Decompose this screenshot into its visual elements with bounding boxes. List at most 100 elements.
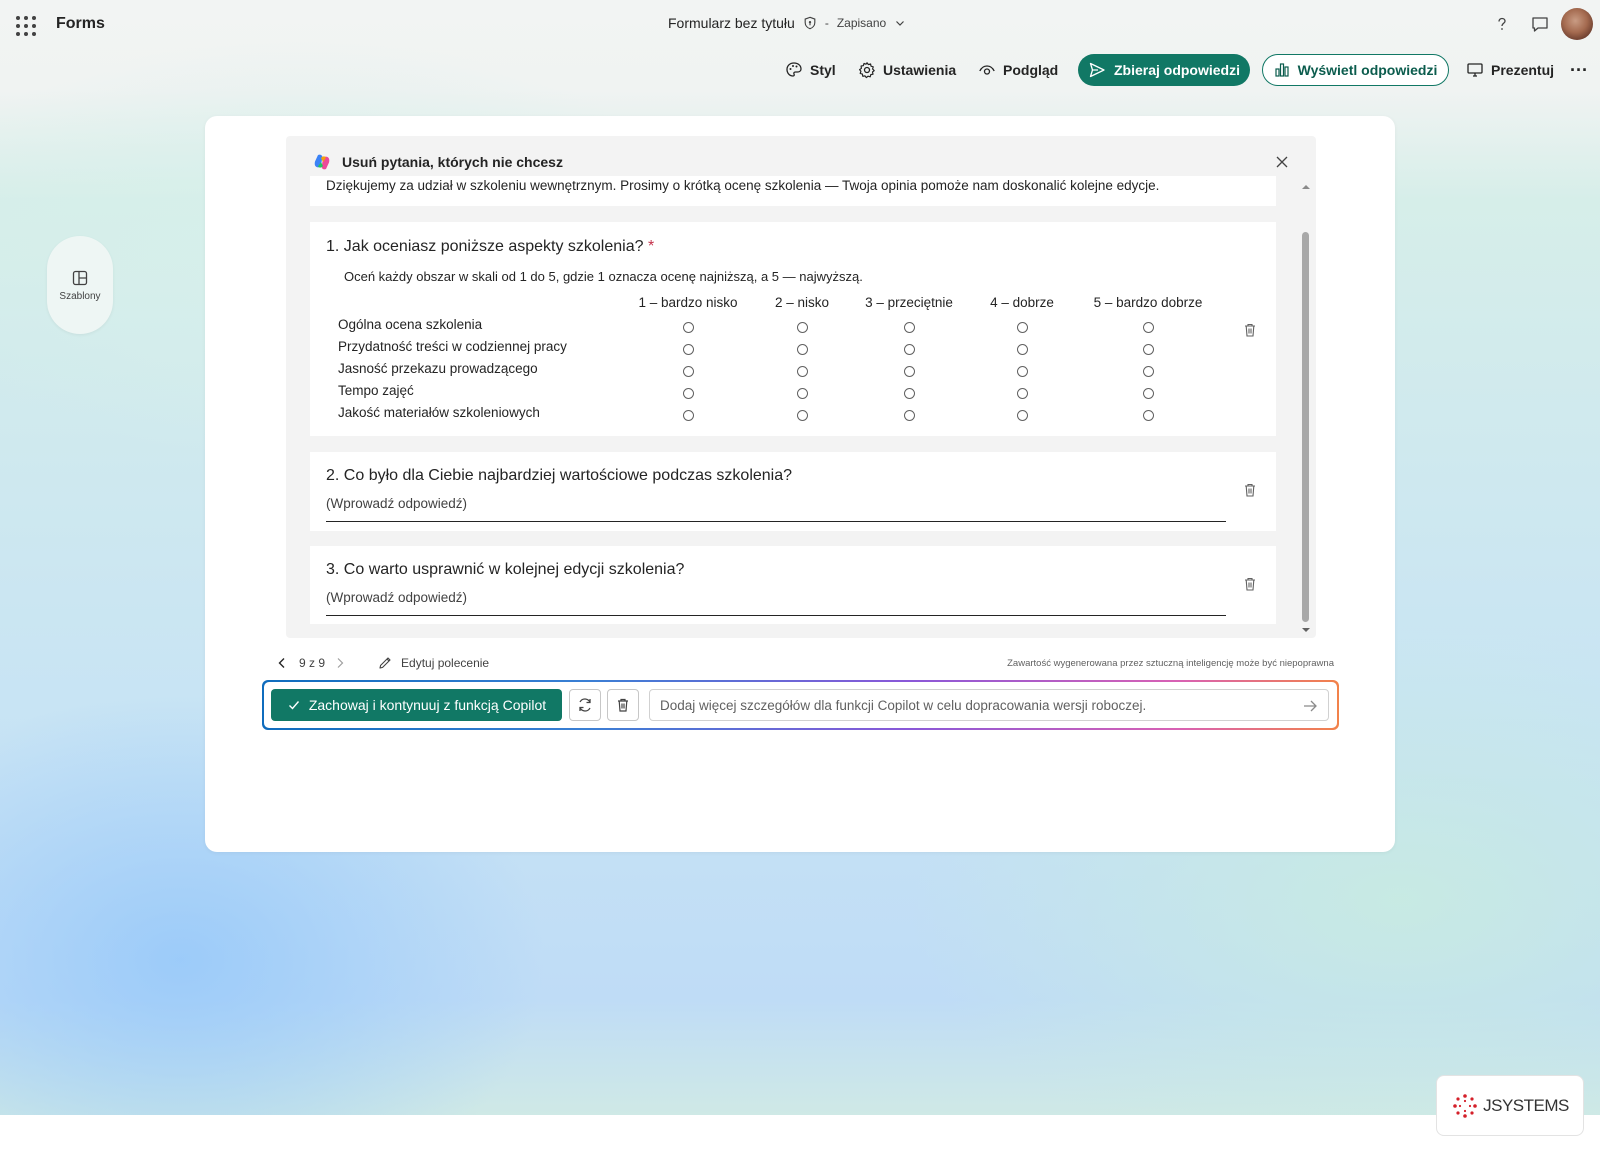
- jsystems-logo: JSYSTEMS: [1436, 1075, 1584, 1136]
- settings-label: Ustawienia: [883, 62, 957, 78]
- refresh-icon: [579, 698, 591, 712]
- likert-radio-button[interactable]: [904, 322, 915, 333]
- style-label: Styl: [810, 62, 836, 78]
- likert-radio-button[interactable]: [1017, 322, 1028, 333]
- answer-field[interactable]: (Wprowadź odpowiedź): [326, 496, 1226, 522]
- answer-field[interactable]: (Wprowadź odpowiedź): [326, 590, 1226, 616]
- pencil-icon[interactable]: [377, 655, 393, 671]
- likert-radio-button[interactable]: [904, 410, 915, 421]
- question-card-3[interactable]: 3. Co warto usprawnić w kolejnej edycji …: [310, 546, 1276, 624]
- settings-button[interactable]: Ustawienia: [858, 54, 956, 86]
- likert-row-label: Jasność przekazu prowadzącego: [338, 361, 538, 376]
- likert-radio-button[interactable]: [904, 344, 915, 355]
- eye-icon: [979, 65, 995, 75]
- likert-column-header: 1 – bardzo nisko: [638, 295, 738, 310]
- app-launcher-icon[interactable]: [16, 16, 36, 36]
- top-bar: Forms Formularz bez tytułu - Zapisano: [0, 0, 1600, 48]
- likert-radio-button[interactable]: [1143, 388, 1154, 399]
- scroll-down-arrow-icon[interactable]: [1301, 626, 1311, 634]
- likert-radio-button[interactable]: [1017, 410, 1028, 421]
- likert-radio-button[interactable]: [683, 322, 694, 333]
- trash-icon[interactable]: [1242, 322, 1258, 338]
- form-title-area[interactable]: Formularz bez tytułu - Zapisano: [668, 15, 906, 31]
- trash-icon[interactable]: [1242, 482, 1258, 498]
- trash-icon: [618, 698, 628, 712]
- prompt-placeholder: Dodaj więcej szczegółów dla funkcji Copi…: [660, 697, 1147, 713]
- likert-radio-button[interactable]: [1017, 388, 1028, 399]
- preview-button[interactable]: Podgląd: [978, 54, 1058, 86]
- likert-row-label: Tempo zajęć: [338, 383, 414, 398]
- question-card-2[interactable]: 2. Co było dla Ciebie najbardziej wartoś…: [310, 452, 1276, 531]
- form-description: Dziękujemy za udział w szkoleniu wewnętr…: [310, 176, 1276, 206]
- more-options-icon[interactable]: ···: [1570, 54, 1588, 86]
- form-title[interactable]: Formularz bez tytułu: [668, 15, 795, 31]
- collect-label: Zbieraj odpowiedzi: [1113, 62, 1240, 78]
- likert-radio-button[interactable]: [797, 388, 808, 399]
- collect-responses-button[interactable]: Zbieraj odpowiedzi: [1078, 54, 1250, 86]
- avatar[interactable]: [1561, 8, 1593, 40]
- logo-dots-icon: [1453, 1093, 1477, 1118]
- likert-row-label: Jakość materiałów szkoleniowych: [338, 405, 540, 420]
- likert-radio-button[interactable]: [683, 410, 694, 421]
- discard-button[interactable]: [607, 689, 639, 721]
- gear-icon: [859, 62, 875, 79]
- close-icon[interactable]: [1272, 152, 1292, 172]
- scroll-up-arrow-icon[interactable]: [1301, 183, 1311, 191]
- likert-radio-button[interactable]: [904, 366, 915, 377]
- shield-icon: [804, 16, 816, 30]
- templates-button[interactable]: Szablony: [47, 236, 113, 334]
- edit-prompt-link[interactable]: Edytuj polecenie: [401, 656, 489, 670]
- chevron-down-icon[interactable]: [894, 17, 906, 29]
- view-responses-button[interactable]: Wyświetl odpowiedzi: [1262, 54, 1449, 86]
- draft-pagination: 9 z 9: [299, 656, 326, 670]
- regenerate-button[interactable]: [569, 689, 601, 721]
- copilot-panel-title: Usuń pytania, których nie chcesz: [342, 154, 563, 170]
- likert-radio-button[interactable]: [683, 344, 694, 355]
- required-mark: *: [647, 238, 655, 255]
- copilot-prompt-bar: Zachowaj i kontynuuj z funkcją Copilot D…: [262, 680, 1339, 730]
- copilot-prompt-input[interactable]: Dodaj więcej szczegółów dla funkcji Copi…: [649, 689, 1329, 721]
- present-button[interactable]: Prezentuj: [1466, 54, 1554, 86]
- question-card-1[interactable]: 1. Jak oceniasz poniższe aspekty szkolen…: [310, 222, 1276, 436]
- page-footer-strip: [0, 1115, 1600, 1150]
- question-3-title: 3. Co warto usprawnić w kolejnej edycji …: [326, 561, 685, 578]
- logo-text: JSYSTEMS: [1483, 1095, 1569, 1115]
- keep-and-continue-button[interactable]: Zachowaj i kontynuuj z funkcją Copilot: [271, 689, 562, 721]
- likert-row-label: Przydatność treści w codziennej pracy: [338, 339, 567, 354]
- likert-radio-button[interactable]: [1143, 410, 1154, 421]
- likert-radio-button[interactable]: [904, 388, 915, 399]
- help-icon[interactable]: [1490, 12, 1514, 36]
- arrow-right-icon[interactable]: [1302, 698, 1318, 714]
- view-responses-label: Wyświetl odpowiedzi: [1297, 62, 1438, 78]
- title-separator: -: [824, 16, 829, 30]
- app-name[interactable]: Forms: [56, 15, 105, 33]
- likert-radio-button[interactable]: [1017, 344, 1028, 355]
- ai-disclaimer: Zawartość wygenerowana przez sztuczną in…: [1007, 658, 1334, 669]
- likert-radio-button[interactable]: [797, 322, 808, 333]
- save-status: Zapisano: [836, 16, 887, 30]
- likert-radio-button[interactable]: [797, 410, 808, 421]
- likert-radio-button[interactable]: [797, 366, 808, 377]
- likert-radio-button[interactable]: [1017, 366, 1028, 377]
- likert-column-header: 2 – nisko: [774, 295, 830, 310]
- bar-chart-icon: [1275, 63, 1289, 77]
- chevron-right-icon[interactable]: [333, 656, 347, 670]
- likert-radio-button[interactable]: [1143, 322, 1154, 333]
- likert-radio-button[interactable]: [1143, 344, 1154, 355]
- layout-icon: [72, 270, 88, 285]
- likert-radio-button[interactable]: [683, 388, 694, 399]
- likert-radio-button[interactable]: [1143, 366, 1154, 377]
- style-button[interactable]: Styl: [785, 54, 836, 86]
- feedback-icon[interactable]: [1528, 12, 1552, 36]
- keep-button-label: Zachowaj i kontynuuj z funkcją Copilot: [308, 697, 547, 713]
- likert-row-label: Ogólna ocena szkolenia: [338, 317, 483, 332]
- chevron-left-icon[interactable]: [275, 656, 289, 670]
- likert-radio-button[interactable]: [683, 366, 694, 377]
- likert-column-header: 4 – dobrze: [990, 295, 1054, 310]
- answer-placeholder: (Wprowadź odpowiedź): [326, 496, 468, 511]
- likert-column-header: 3 – przeciętnie: [865, 295, 953, 310]
- trash-icon[interactable]: [1242, 576, 1258, 592]
- scrollbar-thumb[interactable]: [1302, 232, 1309, 622]
- checkmark-icon: [288, 701, 299, 710]
- likert-radio-button[interactable]: [797, 344, 808, 355]
